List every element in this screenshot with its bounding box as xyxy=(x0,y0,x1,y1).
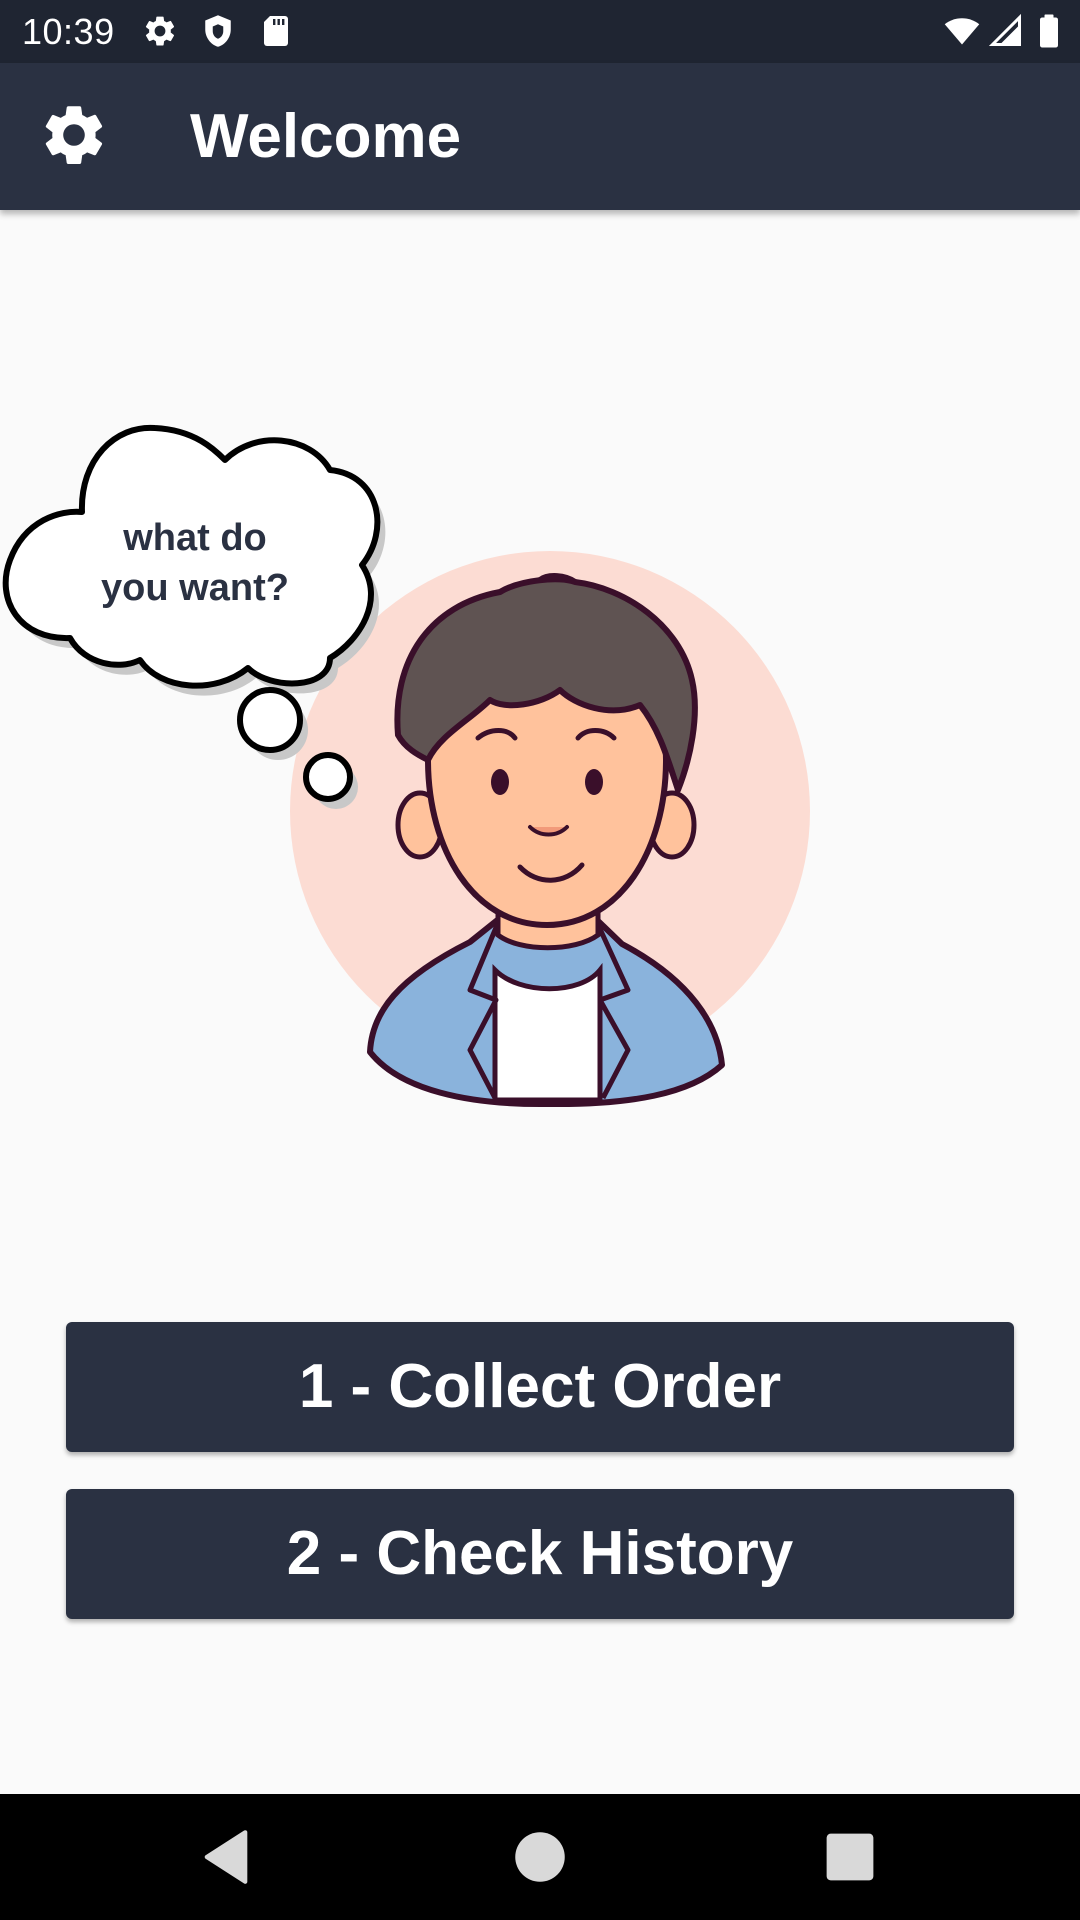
wifi-icon xyxy=(944,18,980,45)
status-time: 10:39 xyxy=(22,11,115,52)
thought-text-line-1: what do xyxy=(123,517,267,559)
sd-card-icon xyxy=(264,16,288,46)
avatar-illustration xyxy=(2,424,810,1108)
app-bar: Welcome xyxy=(0,63,1080,210)
thought-text-line-2: you want? xyxy=(101,567,289,609)
status-bar: 10:39 xyxy=(0,0,1080,63)
person-figure xyxy=(367,573,725,1108)
page-title: Welcome xyxy=(190,102,462,171)
home-circle-icon[interactable] xyxy=(507,1824,573,1890)
collect-order-button[interactable]: 1 - Collect Order xyxy=(66,1322,1014,1452)
cell-signal-icon xyxy=(988,13,1021,46)
battery-icon xyxy=(1040,14,1058,48)
shield-icon xyxy=(205,15,231,47)
app-screen: 10:39 Welcome what do you want? 1 - Coll… xyxy=(0,0,1080,1920)
back-triangle-icon[interactable] xyxy=(193,1824,259,1890)
check-history-button[interactable]: 2 - Check History xyxy=(66,1489,1014,1619)
navigation-bar xyxy=(0,1794,1080,1920)
recents-square-icon[interactable] xyxy=(817,1824,883,1890)
gear-icon[interactable] xyxy=(38,99,110,171)
settings-gear-icon xyxy=(145,16,175,46)
thought-bubble-text: what do you want? xyxy=(80,513,310,613)
